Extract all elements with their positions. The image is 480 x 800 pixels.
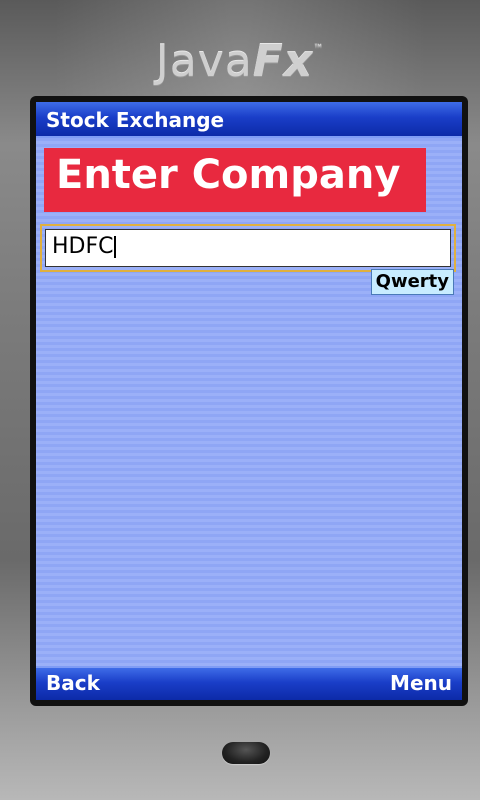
form-heading-box: Enter Company [44, 148, 426, 212]
company-input[interactable]: HDFC [45, 229, 451, 267]
app-title: Stock Exchange [46, 108, 225, 132]
brand-trademark: ™ [313, 44, 325, 55]
menu-softkey[interactable]: Menu [390, 671, 452, 695]
phone-screen: Stock Exchange Enter Company HDFC Qwerty… [36, 102, 462, 700]
text-caret [113, 236, 116, 258]
brand-java: Java [155, 36, 253, 87]
javafx-logo: JavaFx™ [0, 36, 480, 87]
home-key-icon[interactable] [222, 742, 270, 764]
back-softkey[interactable]: Back [46, 671, 100, 695]
company-input-focus-ring: HDFC [40, 224, 456, 272]
brand-fx: Fx [252, 36, 314, 87]
app-title-bar: Stock Exchange [36, 102, 462, 138]
input-mode-indicator[interactable]: Qwerty [370, 269, 454, 295]
phone-device: JavaFx™ Stock Exchange Enter Company HDF… [0, 0, 480, 800]
form-heading: Enter Company [56, 152, 401, 198]
company-input-value: HDFC [52, 234, 114, 259]
softkey-bar: Back Menu [36, 666, 462, 700]
